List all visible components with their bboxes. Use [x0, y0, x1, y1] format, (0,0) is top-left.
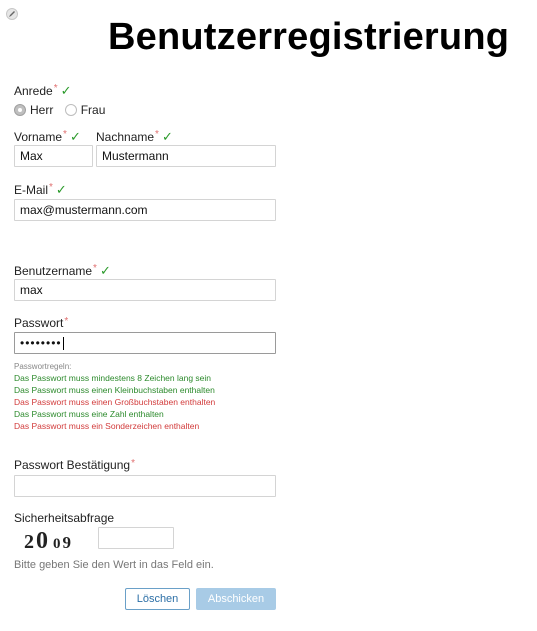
radio-option-frau[interactable]: Frau	[64, 102, 105, 117]
captcha-hint: Bitte geben Sie den Wert in das Feld ein…	[14, 559, 214, 571]
password-rules-heading: Passwortregeln:	[14, 362, 72, 371]
password-label: Passwort*	[14, 316, 69, 330]
checkmark-icon: ✓	[161, 129, 173, 144]
page-title: Benutzerregistrierung	[108, 16, 510, 58]
username-input[interactable]	[14, 279, 276, 301]
salutation-label: Anrede* ✓	[14, 83, 72, 98]
submit-button[interactable]: Abschicken	[196, 588, 276, 610]
clear-button[interactable]: Löschen	[125, 588, 190, 610]
required-asterisk: *	[49, 182, 53, 193]
lastname-input[interactable]	[96, 145, 276, 167]
checkmark-icon: ✓	[99, 263, 111, 278]
required-asterisk: *	[155, 129, 159, 140]
radio-herr[interactable]	[14, 103, 26, 116]
required-asterisk: *	[93, 263, 97, 274]
password-confirm-input[interactable]	[14, 475, 276, 497]
password-rule-number: Das Passwort muss eine Zahl enthalten	[14, 409, 164, 419]
text-caret	[62, 337, 64, 351]
checkmark-icon: ✓	[60, 83, 72, 98]
email-input[interactable]	[14, 199, 276, 221]
captcha-digit: 0	[36, 528, 50, 554]
username-label: Benutzername* ✓	[14, 263, 111, 278]
required-asterisk: *	[131, 458, 135, 469]
lastname-label: Nachname* ✓	[96, 129, 173, 144]
password-rule-uppercase: Das Passwort muss einen Großbuchstaben e…	[14, 397, 216, 407]
required-asterisk: *	[64, 316, 69, 327]
required-asterisk: *	[63, 129, 67, 140]
checkmark-icon: ✓	[69, 129, 81, 144]
checkmark-icon: ✓	[55, 182, 67, 197]
password-confirm-label: Passwort Bestätigung*	[14, 458, 135, 472]
email-label: E-Mail* ✓	[14, 182, 67, 197]
salutation-radio-group: Herr Frau	[14, 102, 105, 117]
captcha-digit: 2	[24, 531, 36, 553]
captcha-label: Sicherheitsabfrage	[14, 511, 115, 525]
pencil-glyph	[9, 11, 15, 17]
captcha-input[interactable]	[98, 527, 174, 549]
password-rule-lowercase: Das Passwort muss einen Kleinbuchstaben …	[14, 385, 215, 395]
captcha-digit: 0	[53, 536, 63, 552]
password-input[interactable]: ••••••••	[14, 332, 276, 354]
captcha-digit: 9	[62, 533, 73, 552]
pencil-edit-icon[interactable]	[6, 8, 18, 20]
radio-option-herr[interactable]: Herr	[14, 102, 57, 117]
password-rule-length: Das Passwort muss mindestens 8 Zeichen l…	[14, 373, 212, 383]
password-rule-special: Das Passwort muss ein Sonderzeichen enth…	[14, 421, 200, 431]
firstname-input[interactable]	[14, 145, 93, 167]
radio-frau[interactable]	[64, 103, 77, 116]
required-asterisk: *	[53, 83, 58, 94]
password-masked-value: ••••••••	[20, 336, 62, 350]
captcha-image: 20 09	[24, 528, 73, 555]
firstname-label: Vorname* ✓	[14, 129, 81, 144]
